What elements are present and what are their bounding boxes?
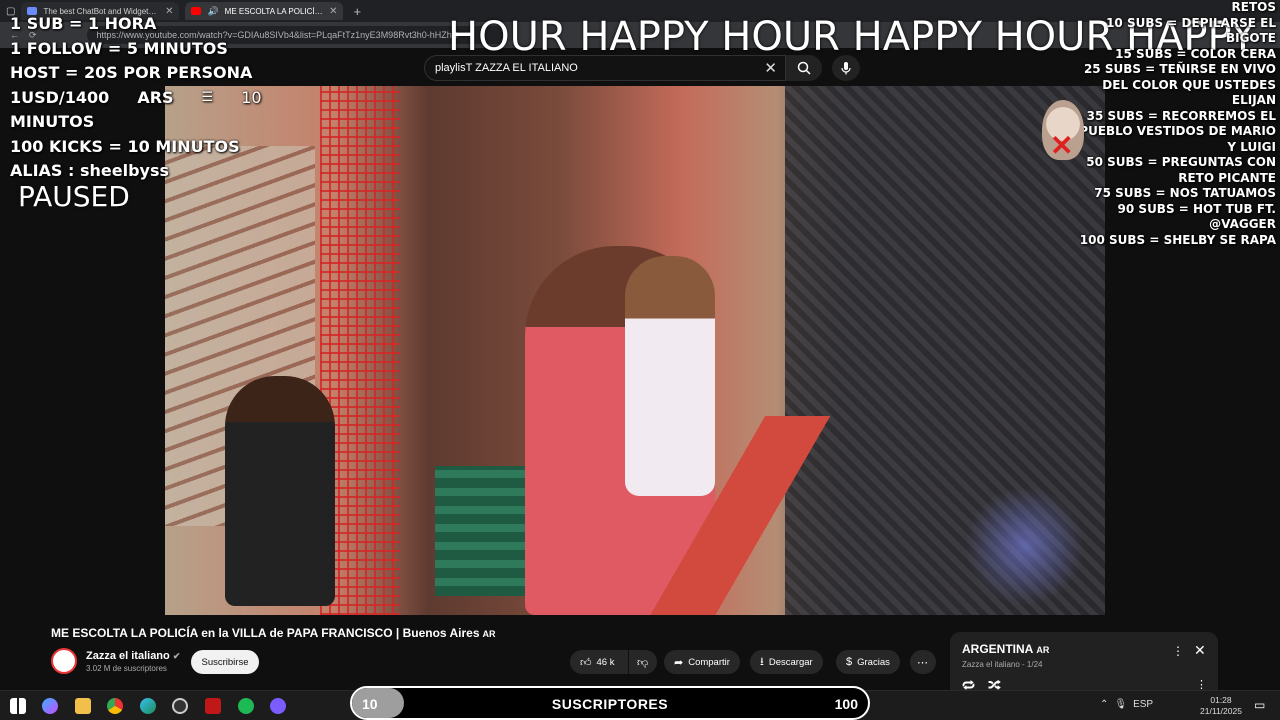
video-player[interactable] [165,86,1105,615]
retos-line: 10 SUBS = DEPILARSE EL BIGOTE [1106,15,1276,46]
goal-target: 100 [834,696,858,712]
clear-search-icon[interactable]: ✕ [764,59,777,77]
notifications-icon[interactable]: ▭ [1254,698,1265,712]
usd-currency: ARS [137,87,174,107]
retos-line: 35 SUBS = RECORREMOS EL PUEBLO VESTIDOS … [1079,108,1276,154]
new-tab-icon[interactable]: + [353,4,361,19]
spotify-icon[interactable] [238,698,254,714]
more-icon: ⋯ [917,656,928,669]
thanks-button[interactable]: $ Gracias [836,650,900,674]
retos-line: 100 SUBS = SHELBY SE RAPA [1079,232,1276,247]
download-button[interactable]: ⭳ Descargar [750,650,823,674]
retos-line: 15 SUBS = COLOR CERA [1115,46,1276,61]
thanks-icon: $ [846,656,853,668]
channel-subscribers: 3.02 M de suscriptores [86,664,167,673]
clock-time: 01:28 [1210,695,1232,705]
like-button[interactable]: 👍︎ 46 k [570,650,628,674]
video-scene-girl [225,376,335,606]
channel-name[interactable]: Zazza el italiano ✔ [86,650,180,662]
windows-start-icon[interactable] [10,698,26,714]
usd-rate-line: 1USD/1400 ARS ☰ 10 [10,86,262,111]
like-count: 46 k [596,656,615,668]
verified-icon: ✔ [172,651,181,661]
streamer-avatar-overlay: ✕ [1042,100,1084,160]
retos-line: 25 SUBS = TEÑIRSE EN VIVO DEL COLOR QUE … [1083,62,1276,107]
video-scene-railing [635,416,845,615]
retos-line: RETOS [1231,0,1276,14]
system-tray: ⌃ 🎙︎ ESP [1100,699,1153,710]
playlist-title[interactable]: ARGENTINA AR [962,642,1049,656]
usd-rate: 1USD/1400 [10,87,110,107]
share-button[interactable]: ➦ Compartir [664,650,740,674]
playlist-title-suffix: AR [1036,645,1050,655]
retos-overlay: RETOS 10 SUBS = DEPILARSE EL BIGOTE 15 S… [1076,0,1276,248]
share-label: Compartir [688,656,730,668]
thanks-label: Gracias [857,656,890,668]
usd-value: 10 [241,87,262,107]
playlist-title-text: ARGENTINA [962,642,1034,656]
paused-label: PAUSED [18,180,130,213]
tray-overflow-icon[interactable]: ⌃ [1100,699,1108,710]
rule-line: 1 FOLLOW = 5 MINUTOS [10,38,228,58]
microphone-tray-icon[interactable]: 🎙︎ [1114,699,1127,710]
search-icon [797,61,811,75]
channel-name-text: Zazza el italiano [86,650,170,662]
thumbs-down-icon: 👎︎ [637,656,649,669]
rule-line: HOST = 20S POR PERSONA [10,63,253,82]
playlist-more-icon[interactable]: ⋮ [1172,644,1184,658]
copilot-icon[interactable] [42,698,58,714]
microphone-icon [841,62,851,75]
retos-line: 50 SUBS = PREGUNTAS CON RETO PICANTE [1086,155,1276,185]
screen: ▢ The best ChatBot and Widgets fo ✕ 🔊 ME… [0,0,1280,720]
rule-line: MINUTOS [10,112,95,131]
more-actions-button[interactable]: ⋯ [910,650,936,674]
menu-icon: ☰ [201,89,214,105]
dislike-button[interactable]: 👎︎ [629,650,657,674]
share-icon: ➦ [674,656,684,669]
goal-current: 10 [362,696,378,712]
obs-icon[interactable] [172,698,188,714]
tab-close-icon[interactable]: ✕ [329,6,337,17]
red-cross-icon: ✕ [1050,130,1074,161]
subscribe-button[interactable]: Suscribirse [191,650,259,674]
rule-line: 1 SUB = 1 HORA [10,14,157,33]
chrome-icon[interactable] [107,698,123,714]
clock[interactable]: 01:28 21/11/2025 [1196,695,1246,717]
video-title: ME ESCOLTA LA POLICÍA en la VILLA de PAP… [51,626,496,640]
video-scene-lens-flare [965,486,1085,606]
thumbs-up-icon: 👍︎ [580,656,592,669]
stream-rules-overlay: 1 SUB = 1 HORA 1 FOLLOW = 5 MINUTOS HOST… [10,12,262,184]
playlist-close-icon[interactable]: ✕ [1194,642,1206,659]
edge-icon[interactable] [140,698,156,714]
channel-avatar[interactable] [51,648,77,674]
app-red-icon[interactable] [205,698,221,714]
retos-line: 90 SUBS = HOT TUB FT. @VAGGER [1117,201,1276,232]
clock-date: 21/11/2025 [1200,706,1242,716]
retos-line: 75 SUBS = NOS TATUAMOS [1094,186,1276,200]
language-indicator[interactable]: ESP [1133,699,1153,710]
search-query: playlisT ZAZZA EL ITALIANO [435,62,578,74]
discord-icon[interactable] [270,698,286,714]
file-explorer-icon[interactable] [75,698,91,714]
video-title-text: ME ESCOLTA LA POLICÍA en la VILLA de PAP… [51,626,480,640]
kicks-line: 100 KICKS = 10 MINUTOS [10,136,240,156]
download-icon: ⭳ [760,655,764,668]
video-title-suffix: AR [482,629,496,639]
subscriber-goal-bar: SUSCRIPTORES 10 100 [350,686,870,720]
goal-label: SUSCRIPTORES [551,696,669,712]
download-label: Descargar [768,656,813,668]
playlist-subtitle: Zazza el italiano - 1/24 [962,660,1043,669]
